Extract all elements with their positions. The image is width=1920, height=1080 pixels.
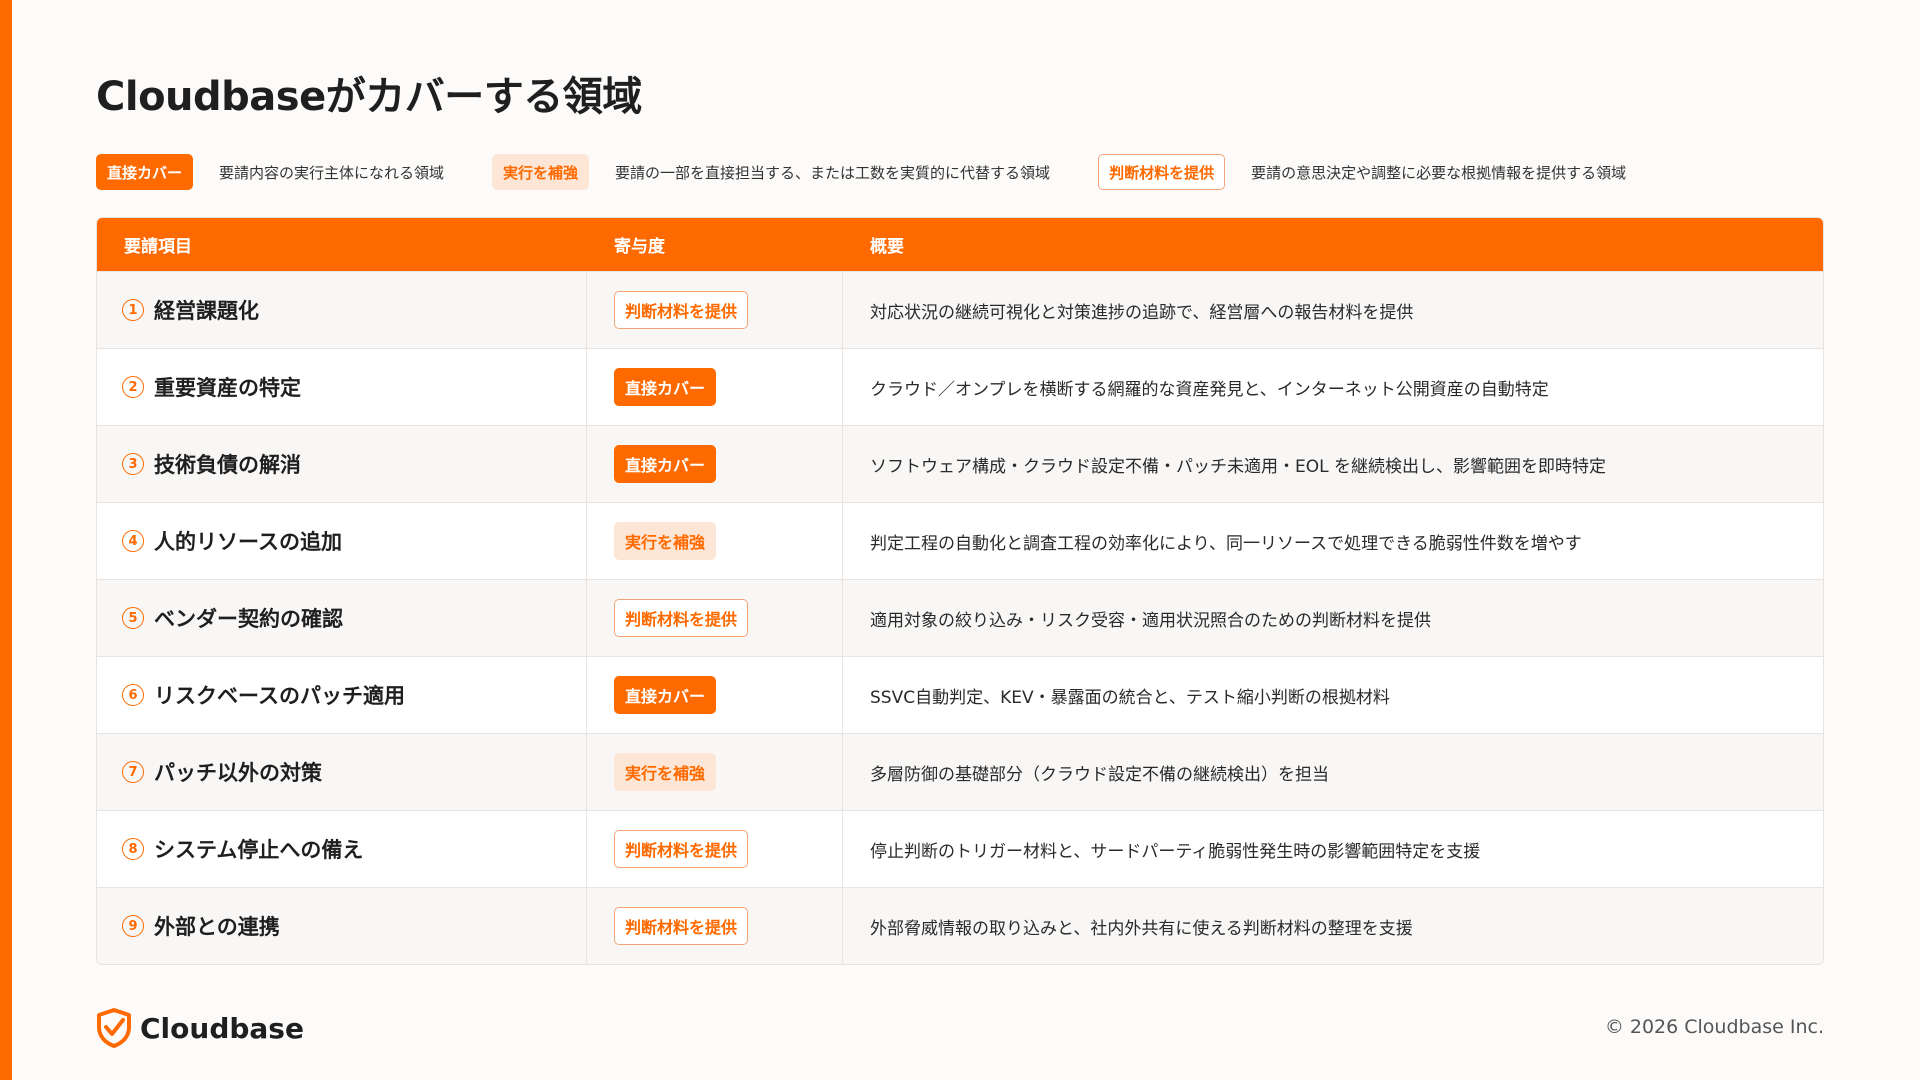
copyright: © 2026 Cloudbase Inc. [1604, 1016, 1824, 1038]
row-summary: 多層防御の基礎部分（クラウド設定不備の継続検出）を担当 [870, 764, 1329, 785]
table-row: 3 技術負債の解消 直接カバー ソフトウェア構成・クラウド設定不備・パッチ未適用・… [97, 425, 1823, 502]
row-item: リスクベースのパッチ適用 [154, 684, 405, 708]
row-number: 3 [122, 453, 144, 475]
table-row: 7 パッチ以外の対策 実行を補強 多層防御の基礎部分（クラウド設定不備の継続検出）… [97, 733, 1823, 810]
legend-badge-info: 判断材料を提供 [1098, 154, 1226, 190]
row-summary: SSVC自動判定、KEV・暴露面の統合と、テスト縮小判断の根拠材料 [870, 687, 1390, 708]
contribution-badge: 判断材料を提供 [614, 599, 749, 637]
table-row: 2 重要資産の特定 直接カバー クラウド／オンプレを横断する網羅的な資産発見と、イ… [97, 348, 1823, 425]
contribution-badge: 実行を補強 [614, 522, 717, 560]
row-number: 9 [122, 915, 144, 937]
footer-logo: Cloudbase [96, 1008, 304, 1048]
row-summary: 外部脅威情報の取り込みと、社内外共有に使える判断材料の整理を支援 [870, 918, 1413, 939]
table-row: 9 外部との連携 判断材料を提供 外部脅威情報の取り込みと、社内外共有に使える判断… [97, 887, 1823, 964]
row-summary: ソフトウェア構成・クラウド設定不備・パッチ未適用・EOL を継続検出し、影響範囲… [870, 456, 1606, 477]
header-summary: 概要 [870, 237, 904, 257]
row-number: 7 [122, 761, 144, 783]
table-row: 8 システム停止への備え 判断材料を提供 停止判断のトリガー材料と、サードパーティ… [97, 810, 1823, 887]
row-summary: 適用対象の絞り込み・リスク受容・適用状況照合のための判断材料を提供 [870, 610, 1431, 631]
row-number: 4 [122, 530, 144, 552]
legend-description-support: 要請の一部を直接担当する、または工数を実質的に代替する領域 [615, 163, 1051, 182]
legend: 直接カバー 要請内容の実行主体になれる領域 実行を補強 要請の一部を直接担当する… [96, 152, 1674, 192]
table-row: 4 人的リソースの追加 実行を補強 判定工程の自動化と調査工程の効率化により、同一… [97, 502, 1823, 579]
row-number: 1 [122, 299, 144, 321]
header-contribution: 寄与度 [614, 237, 665, 257]
contribution-badge: 実行を補強 [614, 753, 717, 791]
contribution-badge: 直接カバー [614, 445, 717, 483]
shield-check-icon [97, 1008, 131, 1048]
row-number: 5 [122, 607, 144, 629]
legend-item-info: 判断材料を提供 要請の意思決定や調整に必要な根拠情報を提供する領域 [1098, 154, 1674, 190]
legend-description-info: 要請の意思決定や調整に必要な根拠情報を提供する領域 [1251, 163, 1627, 182]
row-item: 重要資産の特定 [154, 376, 301, 400]
table-header: 要請項目 寄与度 概要 [97, 218, 1823, 271]
row-item: パッチ以外の対策 [154, 761, 322, 785]
row-number: 2 [122, 376, 144, 398]
logo-text: Cloudbase [140, 1011, 304, 1045]
legend-item-direct: 直接カバー 要請内容の実行主体になれる領域 [96, 154, 492, 190]
legend-badge-support: 実行を補強 [492, 154, 590, 190]
page-title: Cloudbaseがカバーする領域 [96, 74, 642, 120]
contribution-badge: 判断材料を提供 [614, 830, 749, 868]
coverage-table: 要請項目 寄与度 概要 1 経営課題化 判断材料を提供 対応状況の継続可視化と対策… [96, 217, 1824, 965]
row-item: 人的リソースの追加 [154, 530, 342, 554]
legend-badge-direct: 直接カバー [96, 154, 194, 190]
contribution-badge: 直接カバー [614, 676, 717, 714]
table-row: 6 リスクベースのパッチ適用 直接カバー SSVC自動判定、KEV・暴露面の統合と… [97, 656, 1823, 733]
row-number: 6 [122, 684, 144, 706]
row-item: ベンダー契約の確認 [154, 607, 343, 631]
legend-item-support: 実行を補強 要請の一部を直接担当する、または工数を実質的に代替する領域 [492, 154, 1098, 190]
row-number: 8 [122, 838, 144, 860]
row-summary: 停止判断のトリガー材料と、サードパーティ脆弱性発生時の影響範囲特定を支援 [870, 841, 1481, 862]
row-summary: 対応状況の継続可視化と対策進捗の追跡で、経営層への報告材料を提供 [870, 302, 1414, 323]
contribution-badge: 判断材料を提供 [614, 291, 749, 329]
table-row: 5 ベンダー契約の確認 判断材料を提供 適用対象の絞り込み・リスク受容・適用状況照… [97, 579, 1823, 656]
row-item: 技術負債の解消 [154, 453, 301, 477]
row-item: 外部との連携 [154, 915, 280, 939]
row-item: システム停止への備え [154, 838, 364, 862]
row-summary: クラウド／オンプレを横断する網羅的な資産発見と、インターネット公開資産の自動特定 [870, 379, 1549, 400]
accent-bar [0, 0, 12, 1080]
legend-description-direct: 要請内容の実行主体になれる領域 [219, 163, 445, 182]
row-item: 経営課題化 [154, 299, 259, 323]
contribution-badge: 直接カバー [614, 368, 717, 406]
header-item: 要請項目 [124, 237, 192, 257]
contribution-badge: 判断材料を提供 [614, 907, 749, 945]
table-row: 1 経営課題化 判断材料を提供 対応状況の継続可視化と対策進捗の追跡で、経営層への… [97, 271, 1823, 348]
row-summary: 判定工程の自動化と調査工程の効率化により、同一リソースで処理できる脆弱性件数を増… [870, 533, 1582, 554]
